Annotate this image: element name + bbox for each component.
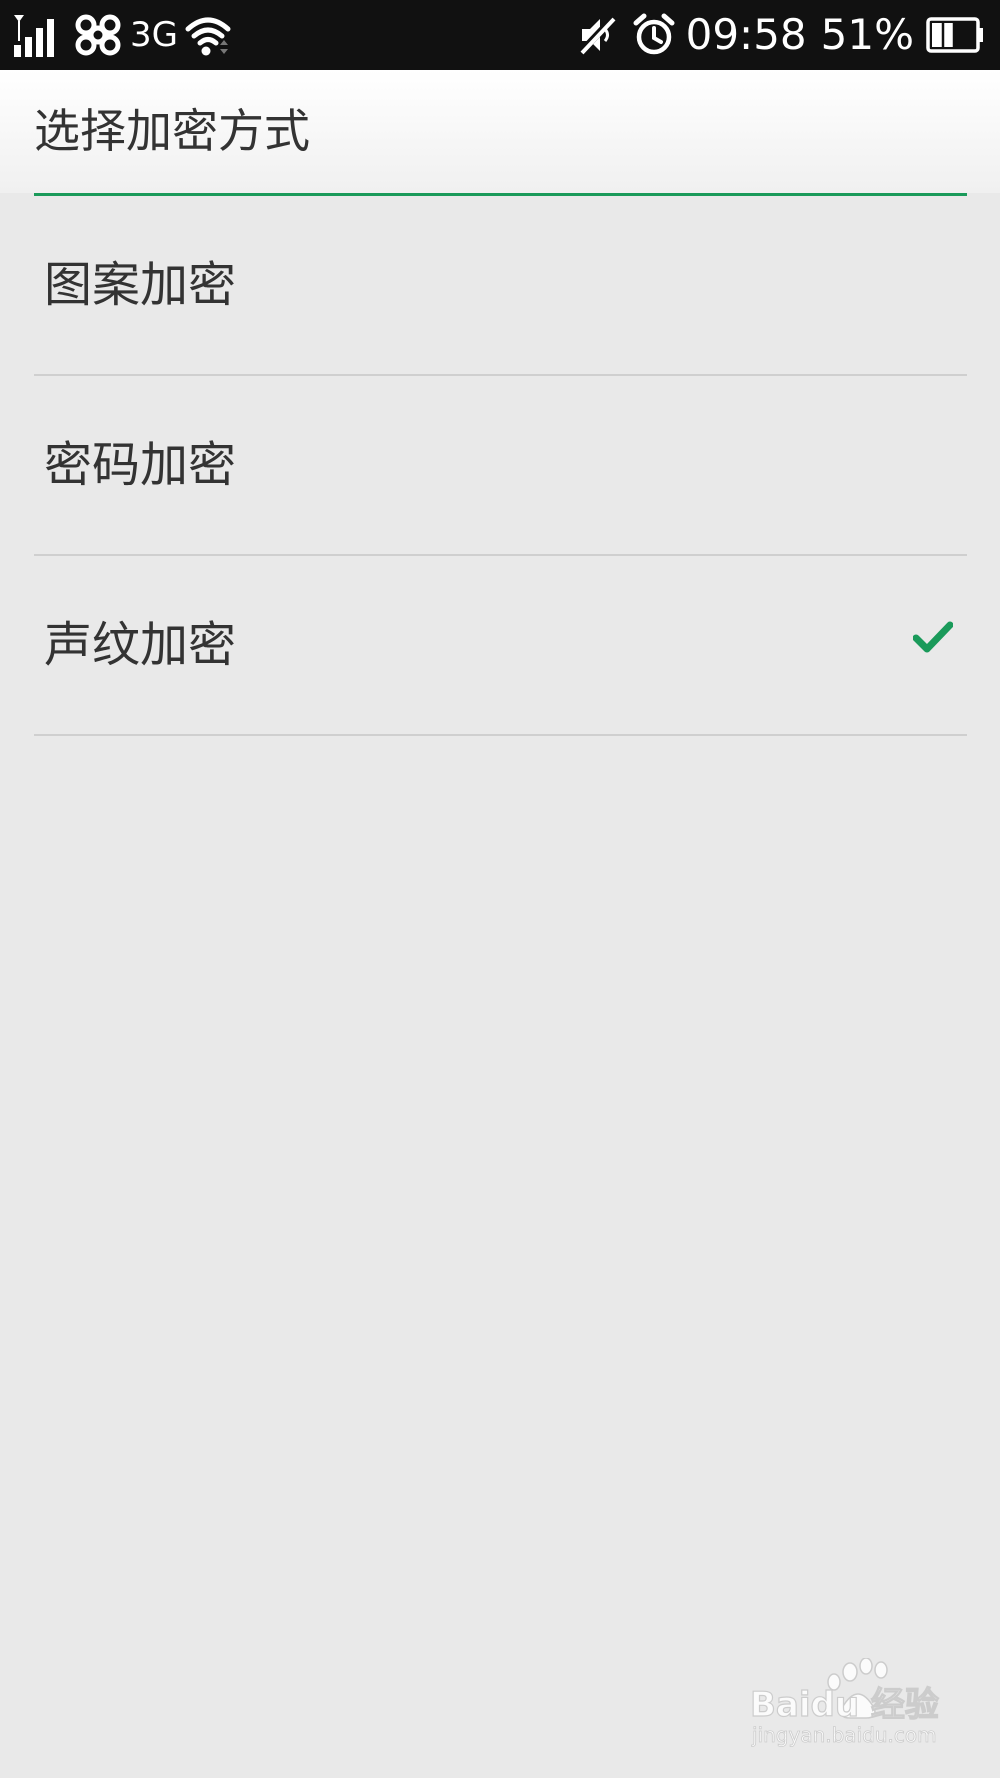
- option-password-encryption[interactable]: 密码加密: [34, 376, 967, 556]
- unicom-logo-icon: [72, 13, 124, 57]
- battery-percent: 51%: [820, 10, 914, 59]
- status-time: 09:58: [685, 10, 807, 59]
- encryption-options-list: 图案加密 密码加密 声纹加密: [34, 196, 967, 736]
- action-bar: 选择加密方式: [0, 70, 1000, 193]
- watermark-logo-text: Baidu 经验: [750, 1685, 939, 1725]
- check-icon: [913, 621, 953, 653]
- option-label: 声纹加密: [44, 617, 237, 673]
- battery-icon: [926, 17, 986, 53]
- option-pattern-encryption[interactable]: 图案加密: [34, 196, 967, 376]
- status-bar-right: 09:58 51%: [576, 0, 986, 70]
- status-bar-left: 3G: [12, 0, 232, 70]
- option-label: 密码加密: [44, 437, 237, 493]
- mute-icon: [576, 13, 620, 57]
- signal-icon: [12, 13, 62, 57]
- alarm-icon: [632, 13, 676, 57]
- option-label: 图案加密: [44, 257, 237, 313]
- watermark-url-text: jingyan.baidu.com: [751, 1723, 937, 1747]
- option-voiceprint-encryption[interactable]: 声纹加密: [34, 556, 967, 736]
- page-title: 选择加密方式: [34, 104, 310, 158]
- network-type: 3G: [130, 15, 178, 55]
- baidu-jingyan-watermark: Baidu 经验 jingyan.baidu.com: [749, 1657, 950, 1748]
- wifi-icon: [184, 13, 232, 57]
- status-bar: 3G 09:58 51%: [0, 0, 1000, 70]
